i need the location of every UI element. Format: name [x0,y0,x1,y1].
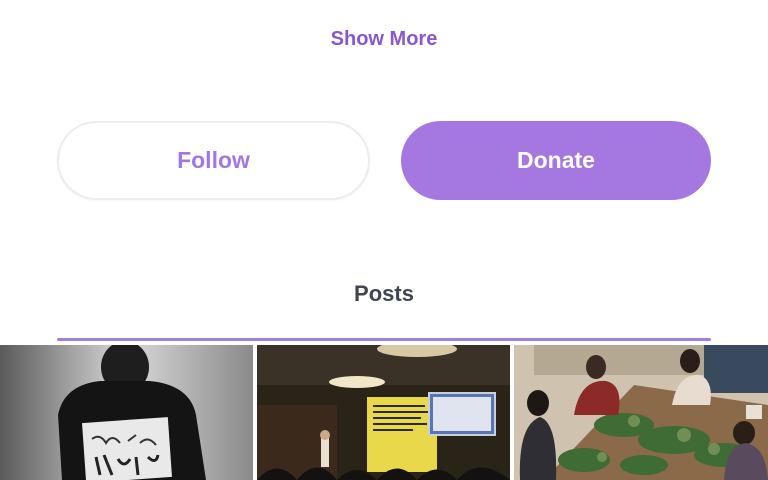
post-thumbnail-1[interactable] [0,345,253,480]
post-thumbnail-2[interactable] [257,345,510,480]
donate-button-label: Donate [517,147,595,173]
donate-button[interactable]: Donate [401,121,711,200]
follow-button-label: Follow [177,147,250,173]
follow-button[interactable]: Follow [57,121,370,200]
post-image-bw-person [0,345,253,480]
post-image-workshop-table [514,345,768,480]
posts-section-title: Posts [354,281,414,306]
post-thumbnail-3[interactable] [514,345,768,480]
show-more-link[interactable]: Show More [0,28,768,51]
posts-tab-underline [57,338,711,341]
posts-grid [0,345,768,480]
post-image-event-presentation [257,345,510,480]
